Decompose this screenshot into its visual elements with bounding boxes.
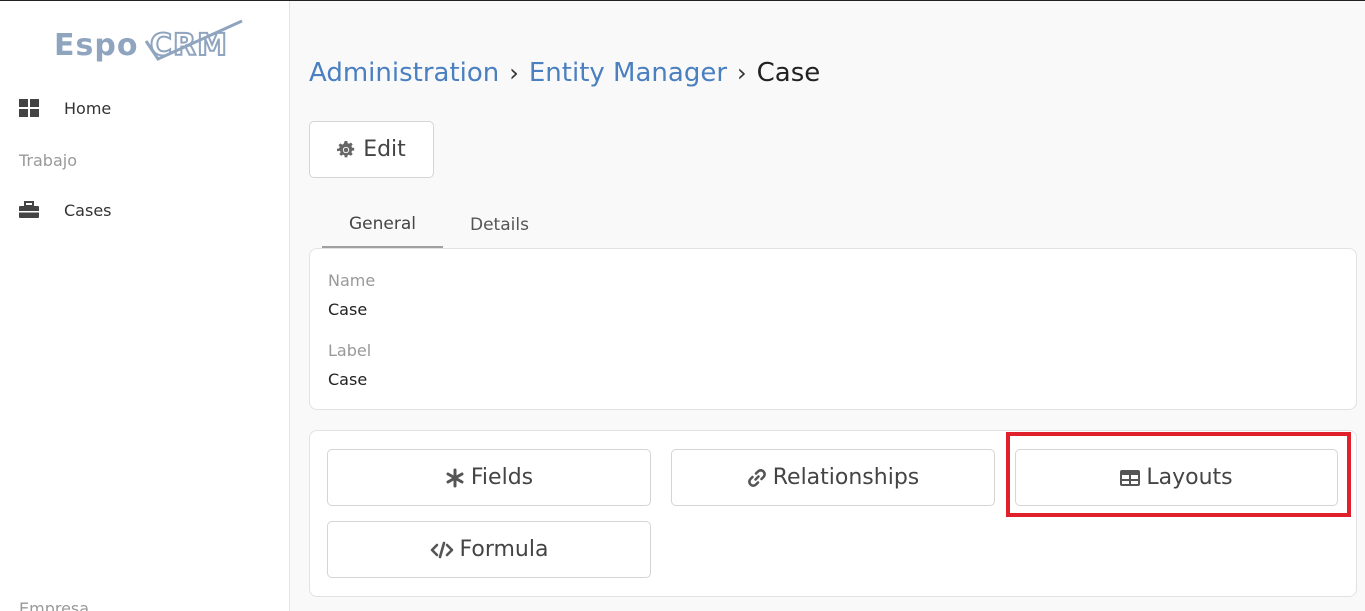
sidebar-group-label: Trabajo [19,151,77,170]
code-icon [430,541,453,558]
relationships-button-label: Relationships [772,465,920,490]
tab-general[interactable]: General [322,201,443,249]
breadcrumb-entity-manager-link[interactable]: Entity Manager [529,58,727,88]
actions-panel: Fields Relationships Layouts Formula [309,430,1357,597]
table-icon [1120,469,1141,486]
svg-text:Espo: Espo [54,28,138,63]
formula-button-label: Formula [459,537,549,562]
breadcrumb-separator: › [509,59,519,87]
formula-button[interactable]: Formula [327,521,651,578]
sidebar: Espo CRM Home Trabajo Cases Empresa [0,1,290,611]
fields-button-label: Fields [470,465,534,490]
link-icon [747,468,766,487]
tab-bar: General Details [322,201,556,249]
details-panel: Name Case Label Case [309,248,1357,410]
sidebar-item-home[interactable]: Home [0,88,289,128]
sidebar-item-label: Home [64,98,112,118]
fields-button[interactable]: Fields [327,449,651,506]
sidebar-item-label: Cases [64,200,112,220]
sidebar-item-cases[interactable]: Cases [0,190,289,230]
tab-details[interactable]: Details [443,201,556,249]
breadcrumb: Administration › Entity Manager › Case [309,53,820,93]
edit-button[interactable]: Edit [309,121,434,178]
sidebar-group-label: Empresa [19,599,90,611]
relationships-button[interactable]: Relationships [671,449,995,506]
layouts-button[interactable]: Layouts [1015,449,1338,506]
label-field-label: Label [328,341,372,360]
layouts-button-label: Layouts [1146,465,1233,490]
edit-button-label: Edit [363,137,406,162]
briefcase-icon [19,201,39,219]
page-title: Case [756,58,821,88]
name-field-label: Name [328,271,376,290]
breadcrumb-separator: › [737,59,747,87]
espocrm-logo[interactable]: Espo CRM [54,17,244,65]
label-field-value: Case [328,370,368,389]
name-field-value: Case [328,300,368,319]
breadcrumb-administration-link[interactable]: Administration [309,58,499,88]
dashboard-icon [19,99,39,117]
asterisk-icon [446,468,464,487]
gear-icon [337,140,355,157]
